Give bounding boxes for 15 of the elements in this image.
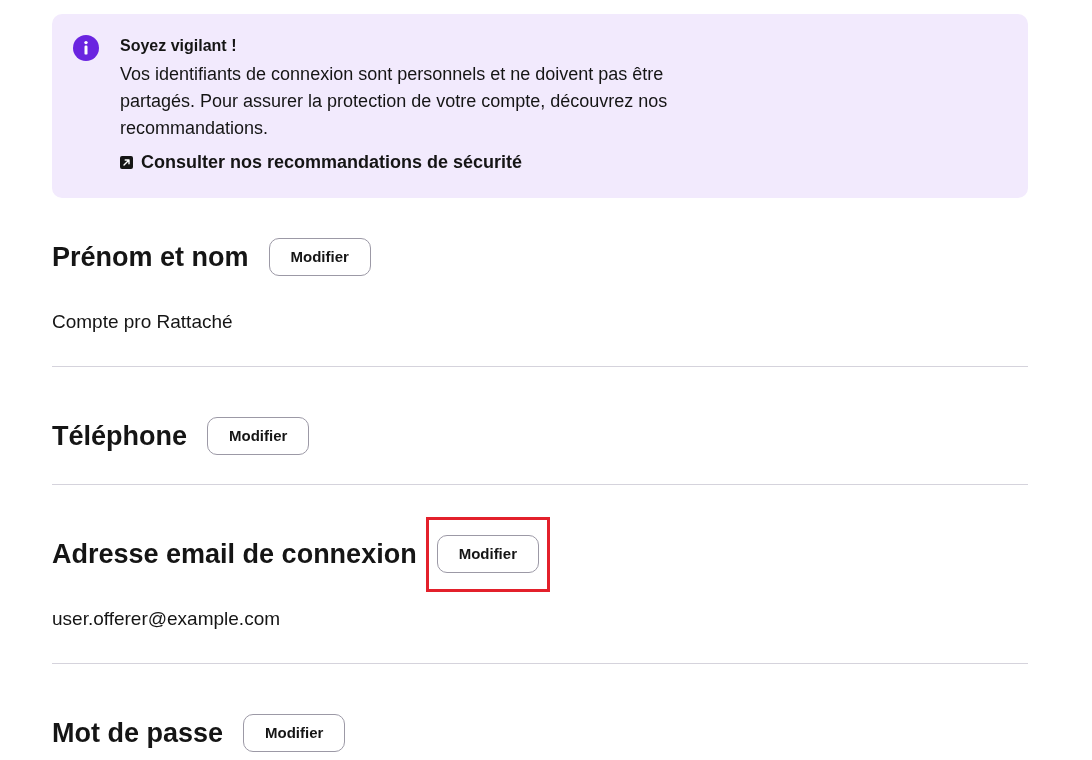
edit-button[interactable]: Modifier	[268, 238, 371, 276]
section-heading: Adresse email de connexion	[52, 538, 417, 570]
edit-button[interactable]: Modifier	[207, 417, 310, 455]
callout-title: Soyez vigilant !	[120, 36, 238, 56]
section-value: Compte pro Rattaché	[52, 310, 233, 334]
section-value: user.offerer@example.com	[52, 607, 281, 631]
section-heading: Mot de passe	[52, 717, 224, 749]
edit-button[interactable]: Modifier	[243, 714, 346, 752]
section-heading: Prénom et nom	[52, 241, 249, 273]
info-icon	[73, 35, 99, 61]
section-heading: Téléphone	[52, 420, 187, 452]
security-link[interactable]: Consulter nos recommandations de sécurité	[120, 150, 710, 174]
callout-text: Vos identifiants de connexion sont personnels et ne doivent pas être partagés. Pour assurer la protection de votre compte, découvrez nos recommandations.	[120, 63, 669, 140]
edit-button[interactable]: Modifier	[436, 535, 539, 573]
external-link-icon	[120, 155, 133, 169]
